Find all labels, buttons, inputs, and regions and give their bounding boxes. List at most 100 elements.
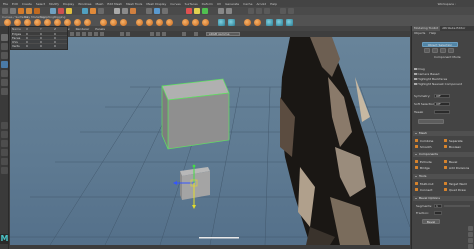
- checkbox[interactable]: [414, 72, 417, 76]
- wireframe-icon[interactable]: [76, 32, 80, 36]
- menu-item-cache[interactable]: Cache: [243, 2, 252, 6]
- scale-tool-icon[interactable]: [1, 79, 8, 86]
- shelf-tool-icon[interactable]: [194, 8, 200, 14]
- shelf-tool-icon[interactable]: [218, 8, 224, 14]
- table-row[interactable]: Edges 0 0 0: [11, 31, 67, 36]
- menu-item-create[interactable]: Create: [22, 2, 32, 6]
- menu-item-edit-mesh[interactable]: Edit Mesh: [107, 2, 122, 6]
- resolution-gate-icon[interactable]: [156, 32, 160, 36]
- move-tool-icon[interactable]: [1, 61, 8, 68]
- target-weld-button[interactable]: Target Weld: [444, 181, 467, 186]
- menu-item[interactable]: Objects: [414, 31, 425, 35]
- shelf-tool-icon[interactable]: [114, 8, 120, 14]
- menu-item-modify[interactable]: Modify: [49, 2, 59, 6]
- shelf-tool-icon[interactable]: [130, 8, 136, 14]
- layout-hypershade-icon[interactable]: [1, 167, 8, 174]
- menu-item-mesh-tools[interactable]: Mesh Tools: [126, 2, 142, 6]
- segments-slider[interactable]: [444, 205, 470, 207]
- component-mode-button[interactable]: [424, 48, 430, 53]
- component-mode-button[interactable]: [448, 48, 454, 53]
- select-tool-icon[interactable]: [1, 34, 8, 41]
- mesh-section-header[interactable]: Mesh: [413, 131, 474, 136]
- segments-field[interactable]: 1: [434, 204, 442, 208]
- shelf-tool-icon[interactable]: [58, 8, 64, 14]
- separate-icon[interactable]: [110, 19, 117, 26]
- object-selection-button[interactable]: Object Selection: [422, 42, 458, 47]
- checkbox[interactable]: [414, 67, 417, 71]
- layout-four-icon[interactable]: [1, 131, 8, 138]
- menu-item-windows[interactable]: Windows: [78, 2, 91, 6]
- uv-editor-icon[interactable]: [218, 19, 225, 26]
- menu-item-mesh[interactable]: Mesh: [96, 2, 104, 6]
- boolean-button[interactable]: Boolean: [444, 144, 461, 149]
- layer-editor-icon[interactable]: [468, 244, 473, 249]
- shelf-tool-icon[interactable]: [98, 8, 104, 14]
- channel-box-icon[interactable]: [468, 226, 473, 231]
- camera-icon[interactable]: [70, 32, 74, 36]
- bevel-button[interactable]: Bevel: [444, 159, 457, 164]
- multi-cut-button[interactable]: Multi-Cut: [415, 181, 434, 186]
- cube-icon[interactable]: [14, 19, 21, 26]
- table-row[interactable]: Verts 0 0 0: [11, 43, 67, 48]
- table-row[interactable]: UVs 0 0 0: [11, 39, 67, 44]
- cleanup-icon[interactable]: [266, 19, 273, 26]
- apply-bevel-button[interactable]: Bevel: [422, 219, 440, 224]
- menu-item-curves[interactable]: Curves: [170, 2, 180, 6]
- rotate-tool-icon[interactable]: [1, 70, 8, 77]
- menu-item-uv[interactable]: UV: [217, 2, 221, 6]
- bevel-icon[interactable]: [156, 19, 163, 26]
- menu-item[interactable]: Help: [429, 31, 436, 35]
- checkbox[interactable]: [414, 77, 417, 81]
- shelf-tool-icon[interactable]: [202, 8, 208, 14]
- combine-button[interactable]: Combine: [415, 138, 433, 143]
- lights-icon[interactable]: [94, 32, 98, 36]
- pipe-icon[interactable]: [74, 19, 81, 26]
- shelf-tool-icon[interactable]: [90, 8, 96, 14]
- fill-hole-icon[interactable]: [166, 19, 173, 26]
- components-section-header[interactable]: Components: [413, 152, 474, 157]
- bevel-options-section-header[interactable]: Bevel Options: [413, 196, 474, 201]
- shelf-tool-icon[interactable]: [26, 8, 32, 14]
- insert-loop-icon[interactable]: [202, 19, 209, 26]
- option-row[interactable]: Camera Based: [414, 72, 439, 76]
- shelf-tool-icon[interactable]: [2, 8, 8, 14]
- exposure-icon[interactable]: [182, 32, 186, 36]
- mirror-icon[interactable]: [244, 19, 251, 26]
- tool-settings-icon[interactable]: [468, 238, 473, 243]
- smooth-button[interactable]: Smooth: [415, 144, 432, 149]
- bridge-icon[interactable]: [146, 19, 153, 26]
- tools-section-header[interactable]: Tools: [413, 174, 474, 179]
- shelf-tool-icon[interactable]: [34, 8, 40, 14]
- shelf-tool-icon[interactable]: [66, 8, 72, 14]
- menu-item-mesh-display[interactable]: Mesh Display: [146, 2, 166, 6]
- menu-item-surfaces[interactable]: Surfaces: [185, 2, 198, 6]
- viewport-menu-panels[interactable]: Panels: [95, 27, 105, 31]
- gamma-icon[interactable]: [194, 32, 198, 36]
- connect-button[interactable]: Connect: [415, 187, 432, 192]
- shelf-tool-icon[interactable]: [280, 8, 286, 14]
- menu-item-generate[interactable]: Generate: [225, 2, 239, 6]
- shelf-tool-icon[interactable]: [186, 8, 192, 14]
- table-row[interactable]: Faces 0 0 0: [11, 35, 67, 40]
- quad-draw-button[interactable]: Quad Draw: [444, 187, 466, 192]
- layout-single-icon[interactable]: [1, 122, 8, 129]
- isolate-icon[interactable]: [150, 32, 154, 36]
- menu-item-arnold[interactable]: Arnold: [256, 2, 266, 6]
- planar-map-icon[interactable]: [228, 19, 235, 26]
- shelf-tool-icon[interactable]: [154, 8, 160, 14]
- fraction-field[interactable]: [434, 211, 442, 215]
- shadows-icon[interactable]: [100, 32, 104, 36]
- menu-item-edit[interactable]: Edit: [12, 2, 18, 6]
- shelf-tool-icon[interactable]: [256, 8, 262, 14]
- xray-icon[interactable]: [126, 32, 130, 36]
- attribute-editor-icon[interactable]: [468, 232, 473, 237]
- option-row[interactable]: Drag: [414, 67, 425, 71]
- layout-outliner-icon[interactable]: [1, 149, 8, 156]
- bridge-button[interactable]: Bridge: [415, 165, 430, 170]
- film-gate-icon[interactable]: [162, 32, 166, 36]
- shelf-tool-icon[interactable]: [226, 8, 232, 14]
- separate-button[interactable]: Separate: [444, 138, 463, 143]
- add-divisions-button[interactable]: Add Divisions: [444, 165, 469, 170]
- disk-icon[interactable]: [64, 19, 71, 26]
- paint-select-icon[interactable]: [1, 52, 8, 59]
